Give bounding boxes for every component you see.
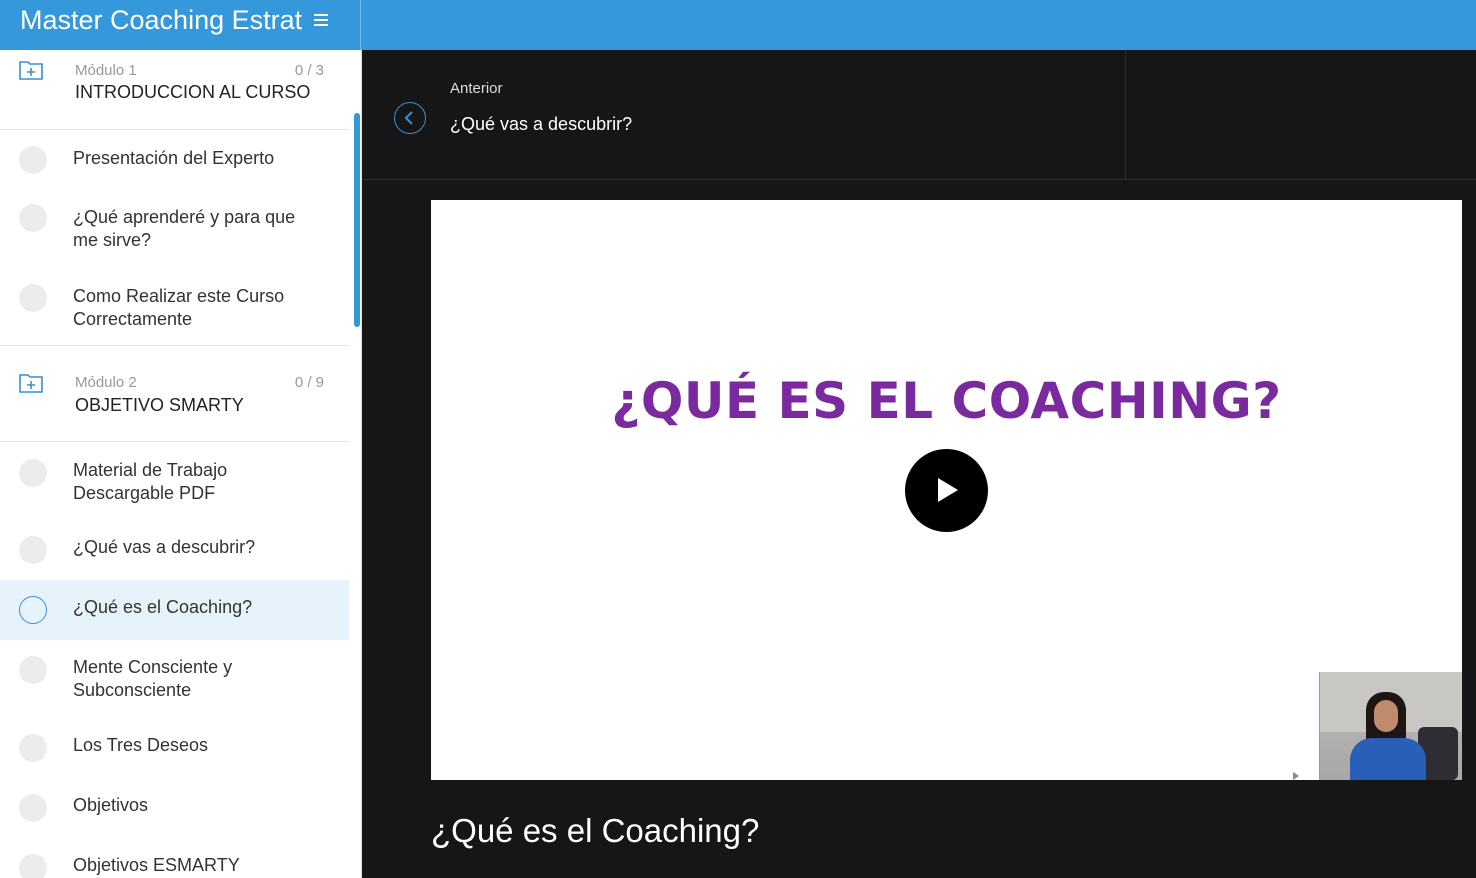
folder-plus-icon [19, 61, 43, 80]
lesson-status-circle [19, 146, 47, 174]
lesson-item[interactable]: Objetivos [0, 778, 349, 838]
slide-heading: ¿QUÉ ES EL COACHING? [611, 372, 1282, 430]
top-bar: Master Coaching Estrat [0, 0, 1476, 50]
presenter-video-thumbnail [1319, 672, 1462, 780]
module-title: OBJETIVO SMARTY [75, 395, 244, 415]
lesson-status-circle [19, 284, 47, 312]
lesson-item[interactable]: Objetivos ESMARTY [0, 838, 349, 878]
module-header-1[interactable]: Módulo 1 0 / 3 INTRODUCCION AL CURSO [0, 50, 349, 130]
lesson-item[interactable]: Material de Trabajo Descargable PDF [0, 442, 349, 520]
lesson-item[interactable]: ¿Qué vas a descubrir? [0, 520, 349, 580]
module-number: Módulo 1 [75, 62, 137, 79]
lesson-status-circle [19, 854, 47, 878]
hamburger-menu-icon[interactable] [312, 10, 332, 30]
lesson-status-circle [19, 794, 47, 822]
lesson-title: ¿Qué es el Coaching? [73, 597, 253, 617]
lesson-content: Anterior ¿Qué vas a descubrir? ¿QUÉ ES E… [362, 50, 1476, 878]
module-progress: 0 / 9 [294, 374, 324, 391]
play-button[interactable] [905, 449, 988, 532]
lesson-status-circle [19, 596, 47, 624]
lesson-title: ¿Qué vas a descubrir? [73, 537, 256, 557]
course-title: Master Coaching Estrat [20, 5, 302, 35]
cursor-icon [1293, 772, 1299, 780]
lesson-item[interactable]: ¿Qué aprenderé y para que me sirve? [0, 188, 349, 268]
previous-label[interactable]: Anterior [450, 80, 503, 97]
lesson-title: Los Tres Deseos [73, 735, 209, 755]
lesson-item[interactable]: Los Tres Deseos [0, 718, 349, 778]
curriculum-sidebar: Módulo 1 0 / 3 INTRODUCCION AL CURSO Pre… [0, 50, 362, 878]
previous-lesson-button[interactable] [394, 102, 426, 134]
module-header-2[interactable]: Módulo 2 0 / 9 OBJETIVO SMARTY [0, 346, 349, 442]
module-number: Módulo 2 [75, 374, 137, 391]
lesson-title: Mente Consciente y Subconsciente [73, 657, 233, 700]
previous-lesson-title[interactable]: ¿Qué vas a descubrir? [450, 114, 632, 135]
lesson-navigation: Anterior ¿Qué vas a descubrir? [362, 50, 1476, 180]
lesson-status-circle [19, 459, 47, 487]
lesson-item-active[interactable]: ¿Qué es el Coaching? [0, 580, 349, 640]
lesson-title: Material de Trabajo Descargable PDF [73, 460, 228, 503]
lesson-status-circle [19, 656, 47, 684]
lesson-item[interactable]: Como Realizar este Curso Correctamente [0, 268, 349, 346]
lesson-title: Presentación del Experto [73, 148, 275, 168]
module-title: INTRODUCCION AL CURSO [75, 82, 311, 102]
nav-divider [1125, 50, 1126, 180]
sidebar-scrollbar[interactable] [354, 113, 360, 327]
chevron-left-icon [404, 110, 413, 125]
lesson-title-heading: ¿Qué es el Coaching? [431, 812, 760, 849]
lesson-title: ¿Qué aprenderé y para que me sirve? [73, 207, 296, 250]
video-player[interactable]: ¿QUÉ ES EL COACHING? [431, 200, 1462, 780]
play-icon [938, 478, 958, 502]
folder-plus-icon [19, 374, 43, 393]
course-title-area: Master Coaching Estrat [0, 0, 361, 50]
lesson-title: Objetivos ESMARTY [73, 855, 240, 875]
lesson-item[interactable]: Presentación del Experto [0, 130, 349, 188]
lesson-item[interactable]: Mente Consciente y Subconsciente [0, 640, 349, 718]
lesson-status-circle [19, 204, 47, 232]
lesson-status-circle [19, 734, 47, 762]
lesson-title: Como Realizar este Curso Correctamente [73, 286, 285, 329]
lesson-title: Objetivos [73, 795, 149, 815]
lesson-status-circle [19, 536, 47, 564]
module-progress: 0 / 3 [294, 62, 324, 79]
